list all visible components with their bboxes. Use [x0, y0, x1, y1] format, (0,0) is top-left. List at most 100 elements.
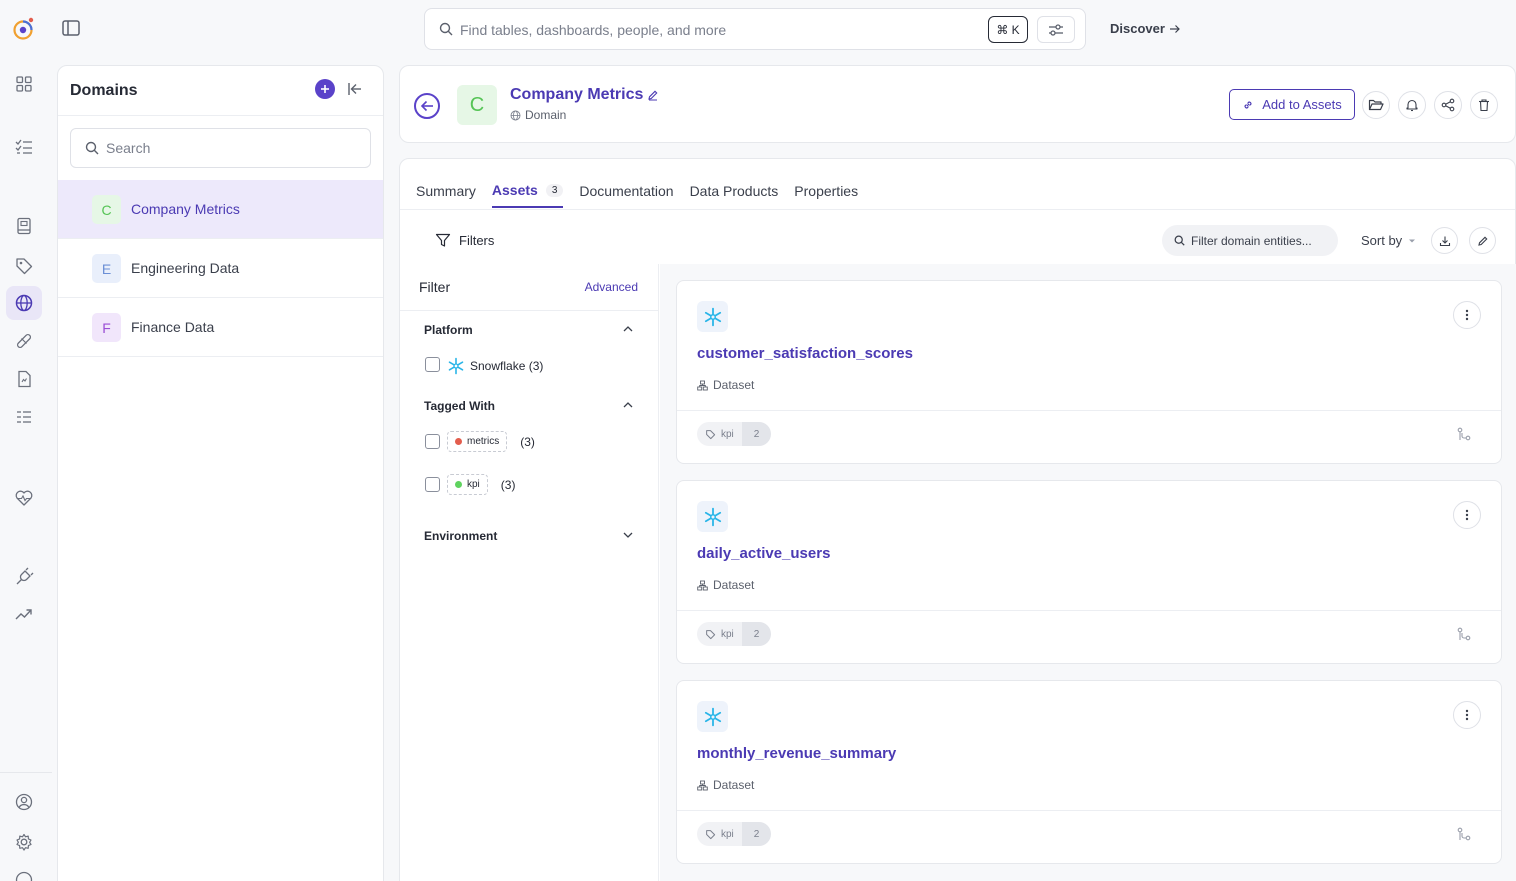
filter-funnel-icon — [435, 233, 451, 247]
data-product-icon[interactable] — [14, 331, 34, 351]
domains-globe-icon[interactable] — [14, 293, 34, 313]
asset-tag[interactable]: kpi 2 — [697, 622, 772, 646]
health-heart-icon[interactable] — [14, 488, 34, 508]
lineage-icon[interactable] — [1457, 627, 1471, 641]
tag-count: (3) — [520, 434, 535, 449]
edit-name-icon[interactable] — [647, 89, 659, 101]
app-logo-icon[interactable] — [12, 16, 36, 42]
domain-item-label: Engineering Data — [131, 260, 240, 276]
snowflake-icon — [447, 357, 465, 375]
add-domain-button[interactable] — [315, 79, 335, 99]
more-options-button[interactable] — [1453, 701, 1481, 729]
delete-button[interactable] — [1470, 91, 1498, 119]
back-button[interactable] — [414, 93, 440, 119]
tag-color-dot — [455, 438, 462, 445]
collapse-panel-icon[interactable] — [347, 81, 363, 97]
task-list-icon[interactable] — [14, 137, 34, 157]
asset-name-link[interactable]: customer_satisfaction_scores — [697, 345, 913, 362]
sidebar-toggle-icon[interactable] — [62, 20, 82, 38]
glossary-book-icon[interactable] — [14, 216, 34, 236]
folder-open-icon — [1368, 99, 1384, 111]
asset-name-link[interactable]: monthly_revenue_summary — [697, 745, 896, 762]
lineage-icon[interactable] — [1457, 427, 1471, 441]
chevron-up-icon[interactable] — [622, 400, 634, 410]
share-button[interactable] — [1434, 91, 1462, 119]
tab-documentation[interactable]: Documentation — [579, 182, 673, 208]
snowflake-icon — [697, 701, 728, 732]
asset-tag-label: kpi — [721, 428, 734, 440]
tab-summary[interactable]: Summary — [416, 182, 476, 208]
tab-label: Assets — [491, 182, 538, 198]
metrics-tag-pill: metrics — [447, 431, 508, 452]
tagged-with-section-title: Tagged With — [424, 399, 495, 413]
notifications-button[interactable] — [1398, 91, 1426, 119]
tag-label: metrics — [467, 436, 500, 447]
domain-item-label: Company Metrics — [131, 201, 240, 217]
chevron-up-icon[interactable] — [622, 324, 634, 334]
link-icon — [1244, 100, 1252, 109]
asset-tag[interactable]: kpi 2 — [697, 822, 772, 846]
tag-icon[interactable] — [14, 256, 34, 276]
filter-domain-entities-input[interactable]: Filter domain entities... — [1162, 225, 1338, 256]
chevron-down-icon[interactable] — [622, 530, 634, 540]
domain-item-engineering-data[interactable]: E Engineering Data — [58, 239, 383, 298]
kebab-menu-icon — [1465, 709, 1469, 721]
more-options-button[interactable] — [1453, 501, 1481, 529]
folder-button[interactable] — [1362, 91, 1390, 119]
tag-icon — [706, 629, 716, 639]
asset-tag-count: 2 — [741, 422, 772, 446]
add-to-assets-button[interactable]: Add to Assets — [1229, 89, 1355, 120]
trash-icon — [1479, 99, 1489, 112]
rail-divider — [0, 772, 52, 773]
tab-properties[interactable]: Properties — [794, 182, 858, 208]
domain-avatar: F — [92, 313, 121, 342]
discover-link[interactable]: Discover — [1110, 21, 1181, 36]
apps-grid-icon[interactable] — [14, 74, 34, 94]
asset-card[interactable]: daily_active_users Dataset kpi 2 — [676, 480, 1502, 664]
more-options-button[interactable] — [1453, 301, 1481, 329]
global-search[interactable]: Find tables, dashboards, people, and mor… — [424, 8, 1086, 50]
data-contract-icon[interactable] — [14, 369, 34, 389]
asset-tag[interactable]: kpi 2 — [697, 422, 772, 446]
download-button[interactable] — [1431, 227, 1458, 254]
settings-gear-icon[interactable] — [14, 832, 34, 852]
tab-assets[interactable]: Assets 3 — [491, 182, 564, 208]
search-icon — [439, 22, 453, 36]
domain-search-input[interactable] — [106, 138, 356, 158]
dataset-icon — [697, 380, 708, 390]
asset-type-label: Dataset — [713, 378, 755, 392]
metrics-tag-checkbox[interactable] — [425, 434, 440, 449]
asset-card[interactable]: monthly_revenue_summary Dataset kpi 2 — [676, 680, 1502, 864]
domain-avatar: C — [92, 195, 121, 224]
dataset-icon — [697, 580, 708, 590]
domain-search-box[interactable] — [70, 128, 371, 168]
user-profile-icon[interactable] — [14, 792, 34, 812]
search-filter-settings-button[interactable] — [1037, 16, 1075, 43]
arrow-right-icon — [1169, 24, 1180, 33]
kpi-tag-checkbox[interactable] — [425, 477, 440, 492]
domain-item-finance-data[interactable]: F Finance Data — [58, 298, 383, 357]
advanced-filter-link[interactable]: Advanced — [585, 280, 638, 294]
sort-by-label: Sort by — [1361, 233, 1403, 248]
filters-button[interactable]: Filters — [435, 233, 494, 248]
domain-avatar: E — [92, 254, 121, 283]
filter-divider — [400, 310, 659, 311]
snowflake-checkbox[interactable] — [425, 357, 440, 372]
filters-label: Filters — [459, 233, 495, 248]
lineage-icon[interactable] — [1457, 827, 1471, 841]
tab-data-products[interactable]: Data Products — [690, 182, 779, 208]
list-details-icon[interactable] — [14, 407, 34, 427]
domain-subtitle-text: Domain — [525, 108, 567, 122]
trend-chart-icon[interactable] — [14, 604, 34, 624]
sort-by-dropdown[interactable]: Sort by — [1361, 233, 1416, 248]
assets-count-badge: 3 — [545, 183, 564, 197]
asset-name-link[interactable]: daily_active_users — [697, 545, 830, 562]
domain-item-company-metrics[interactable]: C Company Metrics — [58, 180, 383, 239]
platform-section-title: Platform — [424, 323, 473, 337]
edit-button[interactable] — [1469, 227, 1496, 254]
integrations-plug-icon[interactable] — [14, 567, 34, 587]
domains-panel: Domains C Company Metrics E Engineering … — [57, 65, 384, 881]
help-circle-icon[interactable] — [14, 870, 34, 881]
asset-card[interactable]: customer_satisfaction_scores Dataset kpi… — [676, 280, 1502, 464]
tabs-divider — [400, 209, 1515, 210]
